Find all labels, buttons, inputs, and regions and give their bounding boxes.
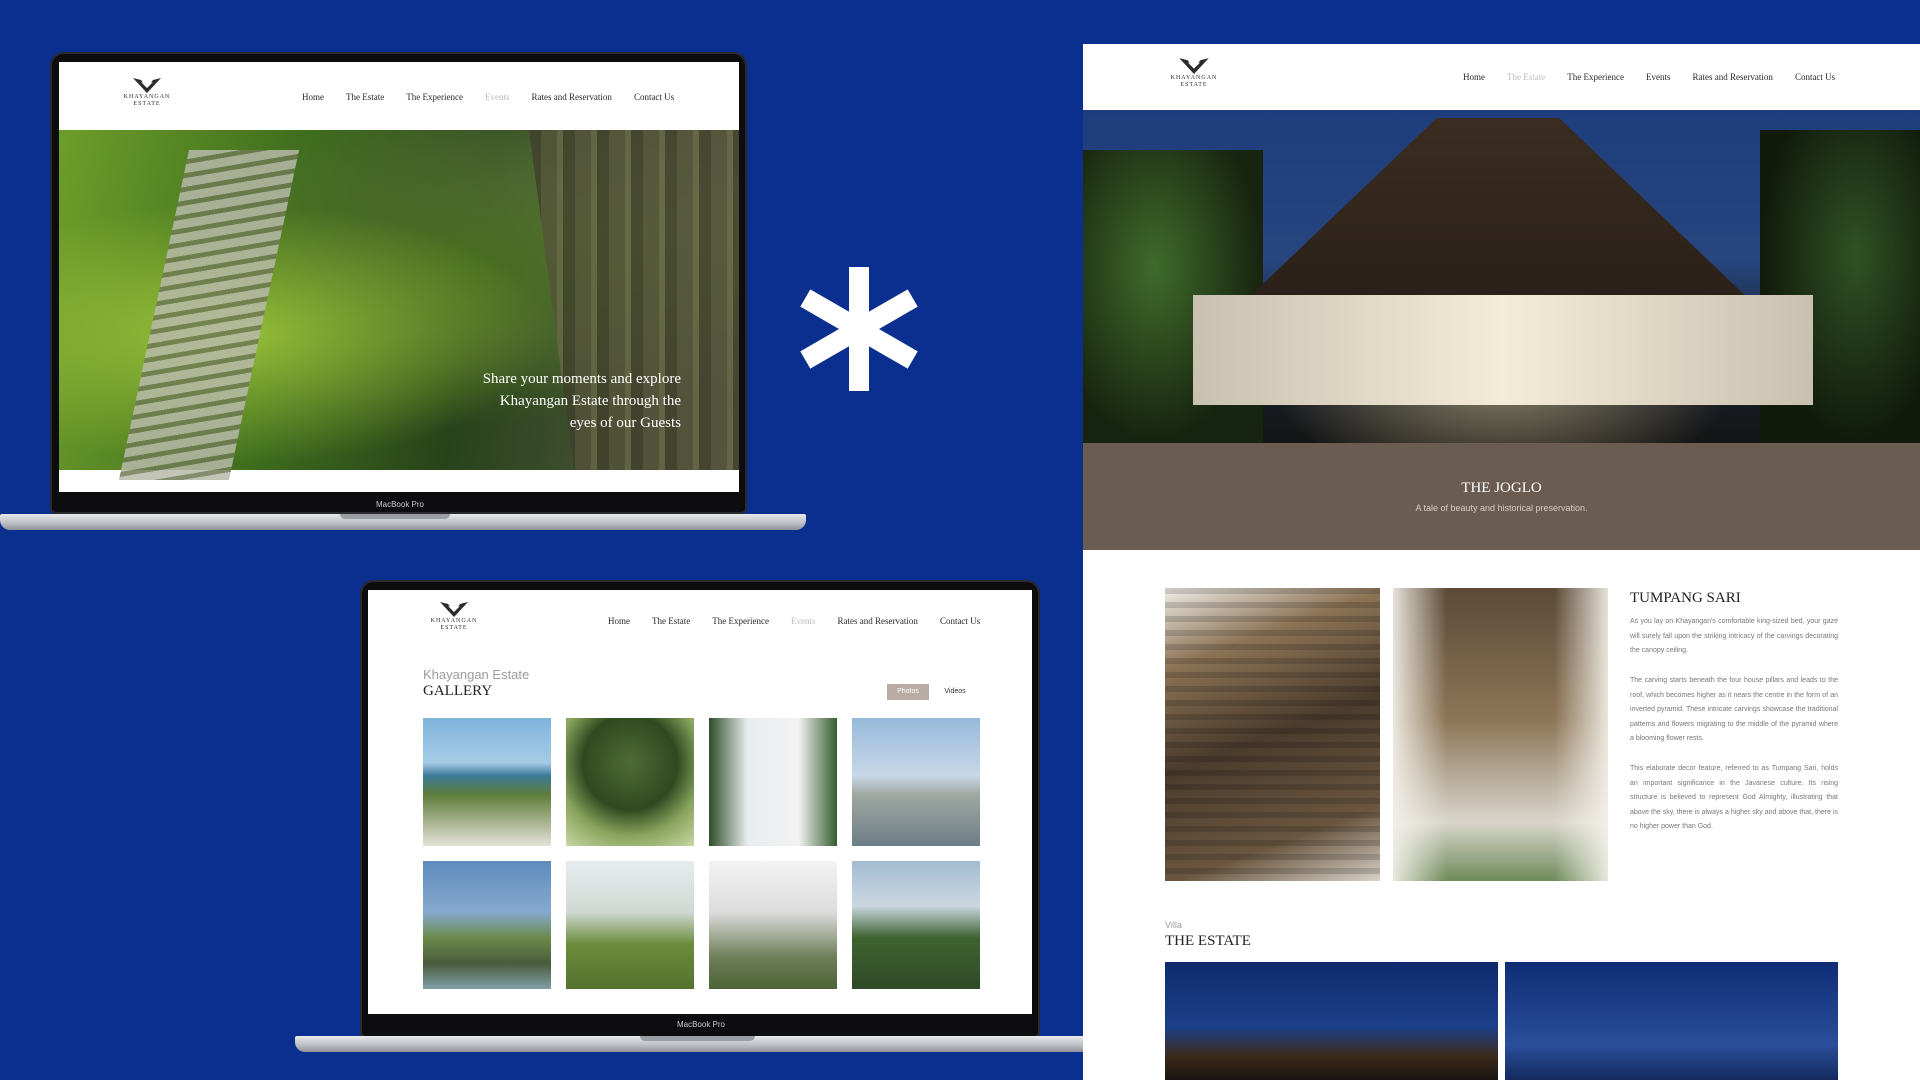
main-menu: Home The Estate The Experience Events Ra…: [1463, 72, 1835, 82]
nav-rates-and-reservation[interactable]: Rates and Reservation: [531, 92, 611, 102]
tab-photos[interactable]: Photos: [887, 684, 929, 700]
hero-caption-line1: Share your moments and explore: [482, 371, 681, 387]
carved-ceiling-photo: [1165, 588, 1380, 881]
estate-photo-2: [1505, 962, 1838, 1080]
hero-image-joglo-night: [1083, 110, 1920, 443]
gallery-thumbnail[interactable]: [709, 861, 837, 989]
nav-events[interactable]: Events: [1646, 72, 1671, 82]
wordmark-line2: ESTATE: [1180, 82, 1208, 88]
laptop-mockup-2: KHAYANGAN ESTATE Home The Estate The Exp…: [295, 580, 1105, 1060]
hero-image-garden-path: Share your moments and explore Khayangan…: [59, 130, 739, 480]
tab-videos[interactable]: Videos: [934, 684, 976, 700]
laptop-mockup-1: KHAYANGAN ESTATE Home The Estate The Exp…: [0, 52, 810, 538]
tumpang-sari-title: TUMPANG SARI: [1630, 590, 1741, 606]
estate-photo-1: [1165, 962, 1498, 1080]
nav-the-estate[interactable]: The Estate: [346, 92, 384, 102]
banner-subtitle: A tale of beauty and historical preserva…: [1415, 503, 1588, 513]
nav-contact-us[interactable]: Contact Us: [1795, 72, 1835, 82]
nav-home[interactable]: Home: [1463, 72, 1485, 82]
section-banner: THE JOGLO A tale of beauty and historica…: [1083, 443, 1920, 550]
site-header: KHAYANGAN ESTATE Home The Estate The Exp…: [368, 590, 1032, 646]
main-menu: Home The Estate The Experience Events Ra…: [608, 616, 980, 626]
site-header: KHAYANGAN ESTATE Home The Estate The Exp…: [1083, 44, 1920, 110]
gallery-title: GALLERY: [423, 683, 493, 699]
nav-rates-and-reservation[interactable]: Rates and Reservation: [837, 616, 917, 626]
nav-events[interactable]: Events: [485, 92, 510, 102]
stone-path: [118, 150, 300, 480]
villa-label: Villa: [1165, 920, 1182, 930]
nav-the-estate[interactable]: The Estate: [1507, 72, 1545, 82]
gallery-thumbnail[interactable]: [423, 861, 551, 989]
main-menu: Home The Estate The Experience Events Ra…: [302, 92, 674, 102]
wordmark-line2: ESTATE: [440, 625, 468, 631]
asterisk-icon: [800, 267, 918, 391]
brand-logo[interactable]: KHAYANGAN ESTATE: [123, 76, 171, 108]
joglo-roof: [1243, 118, 1753, 303]
nav-rates-and-reservation[interactable]: Rates and Reservation: [1692, 72, 1772, 82]
banner-title: THE JOGLO: [1461, 480, 1542, 496]
nav-the-estate[interactable]: The Estate: [652, 616, 690, 626]
laptop-screen: KHAYANGAN ESTATE Home The Estate The Exp…: [368, 590, 1032, 1014]
nav-the-experience[interactable]: The Experience: [406, 92, 463, 102]
joglo-pavilion: [1193, 295, 1813, 405]
nav-contact-us[interactable]: Contact Us: [940, 616, 980, 626]
site-header: KHAYANGAN ESTATE Home The Estate The Exp…: [59, 62, 739, 130]
wordmark-line1: KHAYANGAN: [430, 618, 478, 624]
nav-home[interactable]: Home: [608, 616, 630, 626]
wordmark-line2: ESTATE: [133, 101, 161, 107]
gallery-thumbnail[interactable]: [566, 861, 694, 989]
wings-icon: [440, 602, 468, 617]
nav-the-experience[interactable]: The Experience: [1567, 72, 1624, 82]
wordmark-line1: KHAYANGAN: [1170, 75, 1218, 81]
brand-logo[interactable]: KHAYANGAN ESTATE: [430, 600, 478, 632]
gallery-thumbnail[interactable]: [566, 718, 694, 846]
estate-page-preview: KHAYANGAN ESTATE Home The Estate The Exp…: [1083, 44, 1920, 1080]
wings-icon: [133, 78, 161, 93]
laptop-notch: [640, 1036, 755, 1041]
gallery-subtitle: Khayangan Estate: [423, 667, 530, 682]
laptop-model-label: MacBook Pro: [676, 1020, 726, 1029]
wings-icon: [1179, 58, 1209, 74]
the-estate-title: THE ESTATE: [1165, 933, 1251, 949]
hero-caption-line3: eyes of our Guests: [569, 415, 681, 431]
laptop-notch: [340, 514, 450, 519]
gallery-thumbnail[interactable]: [709, 718, 837, 846]
canopy-bed-photo: [1393, 588, 1608, 881]
nav-contact-us[interactable]: Contact Us: [634, 92, 674, 102]
nav-events[interactable]: Events: [791, 616, 816, 626]
gallery-thumbnail[interactable]: [423, 718, 551, 846]
gallery-thumbnail[interactable]: [852, 861, 980, 989]
nav-home[interactable]: Home: [302, 92, 324, 102]
tumpang-sari-paragraph-1: As you lay on Khayangan's comfortable ki…: [1630, 618, 1838, 654]
brand-logo[interactable]: KHAYANGAN ESTATE: [1169, 56, 1219, 89]
gallery-thumbnail[interactable]: [852, 718, 980, 846]
wordmark-line1: KHAYANGAN: [123, 94, 171, 100]
tumpang-sari-paragraph-2: The carving starts beneath the four hous…: [1630, 677, 1838, 742]
tumpang-sari-paragraph-3: This elaborate decor feature, referred t…: [1630, 765, 1838, 830]
laptop-screen: KHAYANGAN ESTATE Home The Estate The Exp…: [59, 62, 739, 492]
laptop-model-label: MacBook Pro: [375, 500, 425, 509]
nav-the-experience[interactable]: The Experience: [712, 616, 769, 626]
hero-caption: Share your moments and explore Khayangan…: [421, 368, 681, 434]
hero-caption-line2: Khayangan Estate through the: [499, 393, 681, 409]
